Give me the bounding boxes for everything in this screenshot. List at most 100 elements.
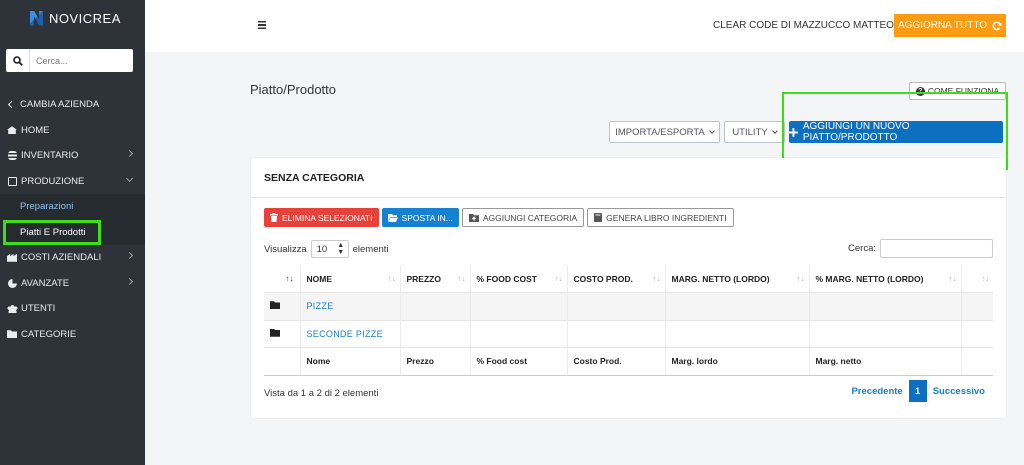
- chevron-left-icon: [7, 101, 16, 109]
- sidebar-item-label: PRODUZIONE: [21, 175, 85, 187]
- sidebar-item-label: CAMBIA AZIENDA: [20, 99, 100, 111]
- next-page-link[interactable]: Successivo: [927, 386, 991, 397]
- column-prezzo[interactable]: PREZZO ↑↓: [399, 265, 470, 293]
- page-length-control: Visualizza 10 ▲ ▼ elementi: [264, 240, 389, 258]
- sidebar-item-utenti[interactable]: UTENTI: [0, 296, 145, 322]
- column-nome[interactable]: NOME ↑↓: [299, 265, 400, 293]
- logo-icon: [30, 11, 43, 26]
- column-label: % FOOD COST: [476, 273, 537, 284]
- sidebar-item-home[interactable]: HOME: [0, 118, 145, 144]
- sidebar-nav: CAMBIA AZIENDA HOME INVENTARIO PRODUZION…: [0, 92, 145, 347]
- utility-button[interactable]: UTILITY: [724, 121, 785, 143]
- sidebar-item-avanzate[interactable]: AVANZATE: [0, 271, 145, 297]
- sidebar-item-label: COSTI AZIENDALI: [21, 252, 102, 264]
- column-food-cost[interactable]: % FOOD COST ↑↓: [469, 265, 567, 293]
- show-label: Visualizza: [264, 243, 307, 255]
- add-category-label: AGGIUNGI CATEGORIA: [482, 212, 578, 223]
- sort-icon: ↑↓: [457, 274, 466, 283]
- sort-icon: ↑↓: [652, 274, 661, 283]
- sidebar-search-input[interactable]: [30, 50, 130, 71]
- table-row[interactable]: PIZZE: [264, 292, 993, 321]
- top-bar: CLEAR CODE DI MAZZUCCO MATTEO AGGIORNA T…: [145, 0, 1024, 52]
- table-search-input[interactable]: [880, 239, 993, 258]
- chevron-down-icon: [125, 174, 134, 182]
- table-row[interactable]: SECONDE PIZZE: [264, 320, 993, 348]
- sidebar-item-label: CATEGORIE: [21, 328, 77, 340]
- sidebar-item-categorie[interactable]: CATEGORIE: [0, 322, 145, 348]
- footer-cell: Nome: [299, 347, 400, 376]
- company-selector[interactable]: CLEAR CODE DI MAZZUCCO MATTEO: [713, 20, 906, 31]
- database-icon: [6, 151, 18, 161]
- ingredients-book-button[interactable]: GENERA LIBRO INGREDIENTI: [587, 208, 734, 227]
- add-category-button[interactable]: AGGIUNGI CATEGORIA: [461, 208, 585, 227]
- page-title: Piatto/Prodotto: [250, 82, 336, 97]
- update-all-button[interactable]: AGGIORNA TUTTO: [894, 14, 1006, 37]
- folder-icon: [270, 301, 280, 310]
- sidebar: NOVICREA CAMBIA AZIENDA HOME INVENTARIO …: [0, 0, 145, 465]
- delete-selected-label: ELIMINA SELEZIONATI: [282, 212, 373, 223]
- page-number-button[interactable]: 1: [908, 380, 927, 402]
- category-link-pizze[interactable]: PIZZE: [299, 292, 400, 321]
- sidebar-item-piatti-e-prodotti[interactable]: Piatti E Prodotti: [3, 219, 101, 245]
- import-export-label: IMPORTA/ESPORTA: [615, 126, 705, 138]
- add-dish-label: AGGIUNGI UN NUOVO PIATTO/PRODOTTO: [802, 121, 910, 143]
- add-dish-button[interactable]: AGGIUNGI UN NUOVO PIATTO/PRODOTTO: [789, 121, 1003, 143]
- sidebar-item-label: INVENTARIO: [21, 150, 79, 162]
- pie-chart-icon: [6, 278, 18, 288]
- sidebar-item-cambia-azienda[interactable]: CAMBIA AZIENDA: [0, 92, 145, 118]
- table-footer-row: Nome Prezzo % Food cost Costo Prod. Marg…: [264, 347, 993, 376]
- show-suffix: elementi: [352, 243, 389, 255]
- hamburger-menu-icon[interactable]: [258, 21, 266, 29]
- company-name: CLEAR CODE DI MAZZUCCO MATTEO: [713, 20, 894, 31]
- sort-icon: ↑↓: [387, 274, 396, 283]
- move-to-button[interactable]: SPOSTA IN...: [381, 208, 459, 227]
- footer-cell: Prezzo: [399, 347, 470, 376]
- column-label: PREZZO: [406, 273, 441, 284]
- sort-icon: ↑↓: [796, 274, 805, 283]
- prev-page-link[interactable]: Precedente: [845, 386, 908, 397]
- sidebar-item-preparazioni[interactable]: Preparazioni: [0, 194, 145, 220]
- column-perc-marg-netto[interactable]: % MARG. NETTO (LORDO) ↑↓: [808, 265, 961, 293]
- products-table: ↑↓ NOME ↑↓ PREZZO ↑↓ % FOOD COST ↑↓ COSTO P…: [264, 265, 993, 376]
- how-it-works-label: COME FUNZIONA: [927, 86, 1000, 96]
- folder-open-icon: [387, 213, 398, 222]
- footer-cell: Marg. netto: [808, 347, 961, 376]
- sidebar-item-label: HOME: [21, 124, 50, 136]
- card-title: SENZA CATEGORIA: [251, 158, 1006, 198]
- search-icon[interactable]: [6, 49, 30, 72]
- footer-cell: Marg. lordo: [664, 347, 809, 376]
- sidebar-item-costi-aziendali[interactable]: COSTI AZIENDALI: [0, 245, 145, 271]
- how-it-works-button[interactable]: ? COME FUNZIONA: [909, 82, 1006, 100]
- update-all-label: AGGIORNA TUTTO: [897, 20, 988, 31]
- trash-icon: [270, 213, 278, 222]
- move-to-label: SPOSTA IN...: [401, 212, 453, 223]
- page-length-select[interactable]: 10 ▲ ▼: [310, 240, 349, 258]
- category-link-seconde-pizze[interactable]: SECONDE PIZZE: [299, 320, 400, 348]
- import-export-button[interactable]: IMPORTA/ESPORTA: [609, 121, 720, 143]
- footer-cell: % Food cost: [469, 347, 567, 376]
- sidebar-item-label: AVANZATE: [21, 277, 70, 289]
- sidebar-item-produzione[interactable]: PRODUZIONE: [0, 169, 145, 195]
- book-icon: [594, 213, 603, 222]
- column-label: COSTO PROD.: [573, 273, 633, 284]
- column-label: % MARG. NETTO (LORDO): [815, 273, 924, 284]
- sort-icon: ↑↓: [554, 274, 563, 283]
- column-costo-prod[interactable]: COSTO PROD. ↑↓: [566, 265, 665, 293]
- delete-selected-button[interactable]: ELIMINA SELEZIONATI: [264, 208, 379, 227]
- chevron-right-icon: [125, 149, 134, 158]
- column-marg-netto[interactable]: MARG. NETTO (LORDO) ↑↓: [664, 265, 809, 293]
- chevron-right-icon: [125, 251, 134, 260]
- column-label: NOME: [306, 273, 333, 284]
- table-header-row: ↑↓ NOME ↑↓ PREZZO ↑↓ % FOOD COST ↑↓ COSTO P…: [264, 265, 993, 293]
- folder-icon: [6, 329, 18, 339]
- folder-plus-icon: [468, 213, 479, 222]
- sidebar-item-inventario[interactable]: INVENTARIO: [0, 143, 145, 169]
- brand[interactable]: NOVICREA: [0, 0, 145, 36]
- brand-name: NOVICREA: [49, 10, 121, 26]
- chevron-down-icon: [771, 127, 778, 134]
- column-select[interactable]: ↑↓: [264, 265, 300, 293]
- chevron-down-icon: [708, 127, 715, 134]
- column-actions[interactable]: ↑↓: [960, 265, 993, 293]
- utility-label: UTILITY: [732, 126, 768, 138]
- table-info: Vista da 1 a 2 di 2 elementi: [264, 388, 379, 399]
